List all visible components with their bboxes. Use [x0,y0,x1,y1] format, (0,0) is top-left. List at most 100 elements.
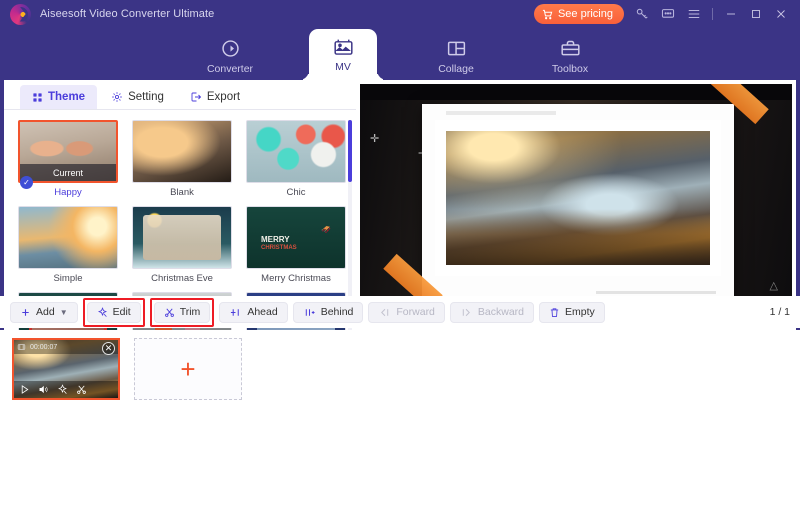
ahead-button[interactable]: Ahead [219,302,287,323]
chevron-down-icon: ▼ [60,308,68,317]
minimize-icon[interactable] [723,7,738,22]
backward-label: Backward [478,306,524,318]
grid-icon [32,92,43,103]
export-icon [190,91,202,103]
theme-scrollbar-thumb[interactable] [348,120,352,182]
subtab-export-label: Export [207,91,240,103]
clip-duration: 00:00:07 [30,344,57,351]
behind-label: Behind [321,306,354,318]
theme-label: Chic [246,187,346,198]
trash-icon [549,307,560,318]
theme-thumbnail [132,120,232,183]
clip-play-icon[interactable] [19,384,30,395]
see-pricing-button[interactable]: See pricing [534,4,624,24]
application-window: Aiseesoft Video Converter Ultimate See p… [0,0,800,507]
theme-label: Christmas Eve [132,273,232,284]
plus-icon [20,307,31,318]
sub-tab-bar: Theme Setting Export [4,84,356,110]
empty-button[interactable]: Empty [539,302,605,323]
add-button[interactable]: Add ▼ [10,302,78,323]
converter-icon [220,38,241,60]
clip-item[interactable]: 00:00:07 ✕ [12,338,120,400]
subtab-setting[interactable]: Setting [99,85,176,109]
add-clip-slot[interactable]: + [134,338,242,400]
clip-magic-wand-icon[interactable] [57,384,68,395]
theme-row: Current ✓ Happy Blank Chic [18,120,346,198]
edit-label: Edit [113,306,131,318]
theme-item-christmas-eve[interactable]: Christmas Eve [132,206,232,284]
subtab-theme[interactable]: Theme [20,85,97,109]
move-backward-icon [460,307,473,318]
subtab-theme-label: Theme [48,91,85,103]
theme-label: Merry Christmas [246,273,346,284]
theme-item-simple[interactable]: Simple [18,206,118,284]
theme-thumbnail [132,206,232,269]
triangle-icon: △ [770,279,778,292]
clip-toolbar: Add ▼ Edit [0,296,800,328]
tab-mv-label: MV [335,61,351,73]
chat-icon[interactable] [660,6,676,22]
frame-band-top [446,111,556,115]
tab-toolbox[interactable]: Toolbox [535,32,605,80]
theme-item-merry-christmas[interactable]: MERRY CHRISTMAS 🛷 Merry Christmas [246,206,346,284]
backward-button[interactable]: Backward [450,302,534,323]
move-forward-icon [378,307,391,318]
clip-close-icon[interactable]: ✕ [102,342,115,355]
theme-thumbnail [246,120,346,183]
magic-wand-icon [97,307,108,318]
check-icon: ✓ [20,176,33,189]
tab-toolbox-label: Toolbox [552,63,588,75]
plus-icon: + [180,354,195,385]
tab-converter-label: Converter [207,63,253,75]
current-theme-badge: Current [20,164,116,181]
photo-frame-inner [435,120,721,276]
insert-behind-icon [303,307,316,318]
collage-icon [446,38,467,60]
theme-art [247,121,345,182]
hamburger-menu-icon[interactable] [686,6,702,22]
theme-label: Blank [132,187,232,198]
ahead-label: Ahead [247,306,277,318]
edit-highlight-box: Edit [83,298,145,327]
titlebar-divider [712,8,713,20]
tab-collage[interactable]: Collage [421,32,491,80]
theme-label: Simple [18,273,118,284]
subtab-export[interactable]: Export [178,85,252,109]
titlebar-controls: See pricing [534,0,788,28]
clip-scissors-icon[interactable] [76,384,87,395]
trim-button[interactable]: Trim [154,302,211,323]
clip-volume-icon[interactable] [38,384,49,395]
main-tab-bar: Converter MV Collage [4,28,796,80]
theme-row: Simple Christmas Eve MERRY CHRIS [18,206,346,284]
tab-collage-label: Collage [438,63,474,75]
theme-thumbnail: MERRY CHRISTMAS 🛷 [246,206,346,269]
see-pricing-label: See pricing [558,8,613,20]
theme-thumbnail [18,206,118,269]
preview-photo [446,131,710,265]
theme-art [133,121,231,182]
video-preview[interactable]: ✛ ✛ ✛ ✛ △ [360,84,792,322]
add-label: Add [36,306,55,318]
theme-item-blank[interactable]: Blank [132,120,232,198]
close-icon[interactable] [773,7,788,22]
theme-item-happy[interactable]: Current ✓ Happy [18,120,118,198]
behind-button[interactable]: Behind [293,302,364,323]
forward-label: Forward [396,306,435,318]
trim-highlight-box: Trim [150,298,215,327]
mv-icon [333,36,354,58]
theme-thumbnail: Current [18,120,118,183]
maximize-icon[interactable] [748,7,763,22]
forward-button[interactable]: Forward [368,302,445,323]
edit-button[interactable]: Edit [87,302,141,323]
tab-converter[interactable]: Converter [195,32,265,80]
clip-strip: 00:00:07 ✕ [0,330,800,507]
tab-mv[interactable]: MV [309,29,377,80]
photo-frame [422,104,734,300]
subtab-setting-label: Setting [128,91,164,103]
clip-actions [14,381,118,398]
trim-label: Trim [180,306,201,318]
theme-label: Happy [18,187,118,198]
theme-item-chic[interactable]: Chic [246,120,346,198]
aiseesoft-logo-icon [10,4,31,25]
key-icon[interactable] [634,6,650,22]
